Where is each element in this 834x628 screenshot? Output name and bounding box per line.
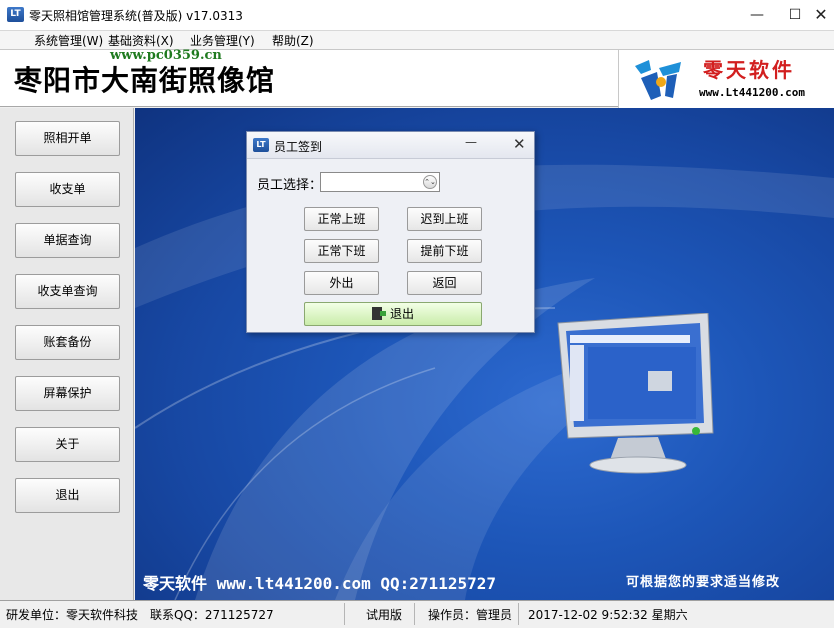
logo-chinese: 零天软件 <box>703 58 795 82</box>
sidebar-income-query-button[interactable]: 收支单查询 <box>15 274 120 309</box>
logo-url: www.Lt441200.com <box>699 86 805 99</box>
dropdown-arrow-icon[interactable]: ⌃⌄ <box>423 175 437 189</box>
sidebar-photo-order-button[interactable]: 照相开单 <box>15 121 120 156</box>
employee-checkin-dialog: LT 员工签到 — ✕ 员工选择： ⌃⌄ 正常上班 迟到上班 正常下班 提前下班… <box>246 131 535 333</box>
employee-select-label: 员工选择： <box>257 178 323 193</box>
dialog-close-button[interactable]: ✕ <box>513 135 526 153</box>
normal-checkin-button[interactable]: 正常上班 <box>304 207 379 231</box>
employee-select[interactable]: ⌃⌄ <box>320 172 440 192</box>
footer-contact-text: 零天软件 www.lt441200.com QQ:271125727 <box>143 574 496 593</box>
window-title: 零天照相馆管理系统(普及版) v17.0313 <box>29 9 243 23</box>
maximize-button[interactable]: ☐ <box>782 4 808 26</box>
dialog-title-bar: LT 员工签到 — ✕ <box>247 132 534 159</box>
sidebar-backup-button[interactable]: 账套备份 <box>15 325 120 360</box>
app-logo-icon: LT <box>7 7 24 22</box>
menu-business[interactable]: 业务管理(Y) <box>190 32 255 49</box>
close-button[interactable]: ✕ <box>808 4 834 26</box>
status-edition: 试用版 <box>366 608 403 622</box>
sidebar-document-query-button[interactable]: 单据查询 <box>15 223 120 258</box>
go-out-button[interactable]: 外出 <box>304 271 379 295</box>
return-button[interactable]: 返回 <box>407 271 482 295</box>
dialog-minimize-button[interactable]: — <box>465 135 477 149</box>
door-exit-icon <box>371 307 386 320</box>
sidebar-income-expense-button[interactable]: 收支单 <box>15 172 120 207</box>
normal-checkout-button[interactable]: 正常下班 <box>304 239 379 263</box>
early-checkout-button[interactable]: 提前下班 <box>407 239 482 263</box>
late-checkin-button[interactable]: 迟到上班 <box>407 207 482 231</box>
status-datetime: 2017-12-02 9:52:32 星期六 <box>528 608 688 622</box>
dialog-exit-button[interactable]: 退出 <box>304 302 482 326</box>
status-bar: 研发单位：零天软件科技 联系QQ：271125727 试用版 操作员：管理员 2… <box>0 600 834 628</box>
status-developer: 研发单位：零天软件科技 <box>6 608 139 622</box>
menu-basic-data[interactable]: 基础资料(X) <box>108 32 174 49</box>
sidebar-exit-button[interactable]: 退出 <box>15 478 120 513</box>
menu-help[interactable]: 帮助(Z) <box>272 32 314 49</box>
dialog-title: 员工签到 <box>274 140 323 154</box>
dialog-exit-label: 退出 <box>389 307 414 321</box>
menu-bar: 系统管理(W) 基础资料(X) 业务管理(Y) 帮助(Z) <box>0 31 834 49</box>
sidebar-screensaver-button[interactable]: 屏幕保护 <box>15 376 120 411</box>
status-operator: 操作员：管理员 <box>428 608 513 622</box>
studio-name: 枣阳市大南街照像馆 <box>14 64 276 97</box>
status-divider <box>518 603 519 625</box>
status-divider <box>414 603 415 625</box>
footer-slogan: 可根据您的要求适当修改 <box>626 575 781 590</box>
sidebar: 照相开单 收支单 单据查询 收支单查询 账套备份 屏幕保护 关于 退出 <box>0 108 134 600</box>
sidebar-about-button[interactable]: 关于 <box>15 427 120 462</box>
dialog-app-icon: LT <box>253 138 269 152</box>
watermark-text: www.pc0359.cn <box>110 48 222 63</box>
company-logo: 零天软件 www.Lt441200.com <box>618 50 834 108</box>
status-contact: 联系QQ：271125727 <box>150 608 274 622</box>
title-bar: LT 零天照相馆管理系统(普及版) v17.0313 — ☐ ✕ <box>0 0 834 31</box>
monitor-illustration <box>557 313 714 474</box>
logo-mark-icon <box>635 60 681 100</box>
minimize-button[interactable]: — <box>744 4 770 26</box>
menu-system[interactable]: 系统管理(W) <box>34 32 103 49</box>
status-divider <box>344 603 345 625</box>
